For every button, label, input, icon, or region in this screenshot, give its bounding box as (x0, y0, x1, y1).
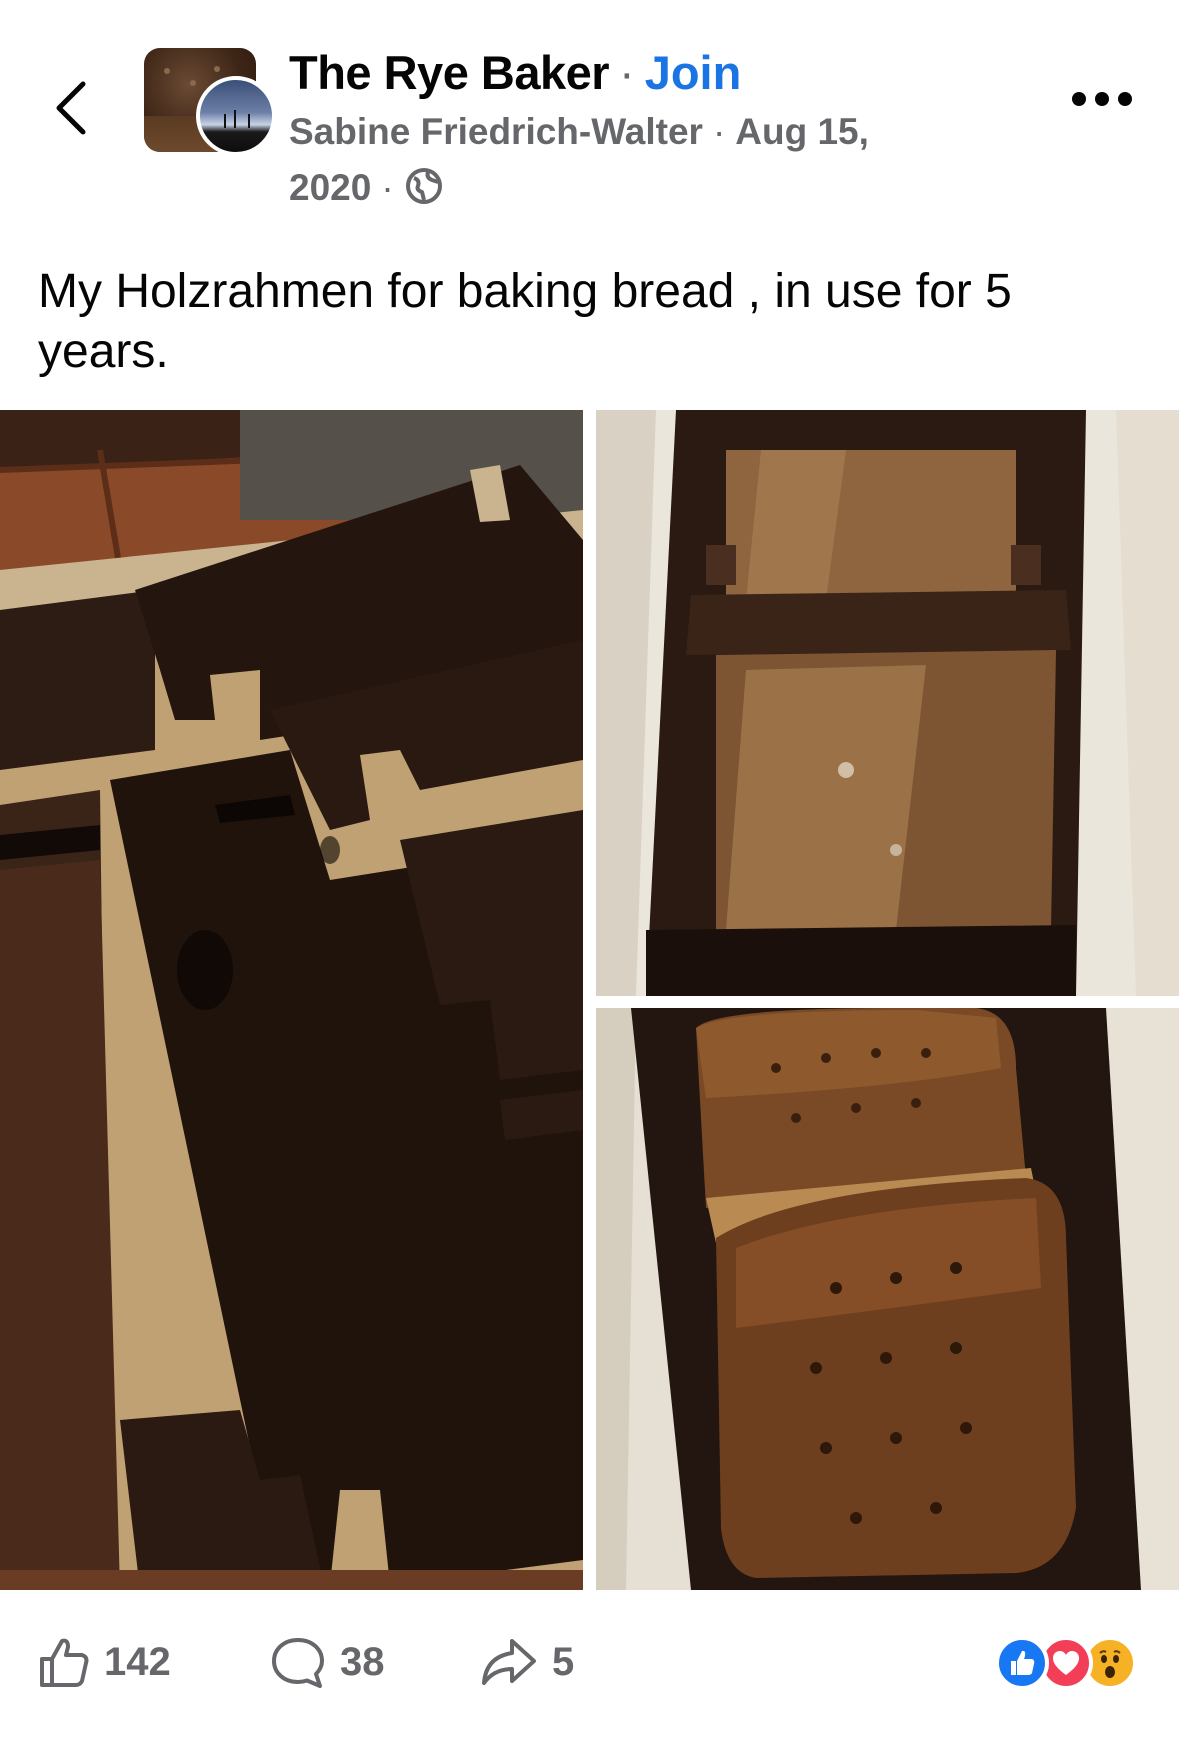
chevron-left-icon (56, 81, 86, 135)
like-count: 142 (104, 1639, 171, 1684)
join-button[interactable]: Join (645, 45, 742, 100)
user-avatar[interactable] (196, 76, 276, 156)
post-meta: Sabine Friedrich-Walter · Aug 15, 2020 · (289, 104, 989, 216)
meta-separator: · (712, 111, 726, 152)
wooden-frame-pieces-photo[interactable] (0, 410, 583, 1590)
share-count: 5 (552, 1639, 575, 1684)
like-button[interactable]: 142 (36, 1632, 171, 1692)
assembled-frame-photo[interactable] (596, 410, 1179, 996)
like-reaction-icon (995, 1636, 1049, 1690)
comment-button[interactable]: 38 (270, 1632, 385, 1692)
share-button[interactable]: 5 (480, 1632, 574, 1692)
more-options-button[interactable] (1072, 92, 1168, 122)
author-name-link[interactable]: Sabine Friedrich-Walter (289, 111, 703, 152)
back-button[interactable] (46, 72, 96, 144)
photo-grid (0, 410, 1179, 1590)
reaction-summary[interactable] (995, 1636, 1145, 1692)
meta-separator-2: · (381, 167, 394, 208)
thumbs-up-icon (40, 1638, 89, 1687)
post-caption: My Holzrahmen for baking bread , in use … (38, 265, 1012, 378)
title-line: The Rye Baker · Join (289, 44, 741, 100)
baked-loaf-photo[interactable] (596, 1008, 1179, 1590)
comment-icon (272, 1638, 324, 1688)
title-separator: · (619, 45, 635, 99)
post-header: The Rye Baker · Join Sabine Friedrich-Wa… (0, 0, 1179, 230)
more-horizontal-icon (1072, 92, 1086, 106)
share-icon (482, 1639, 536, 1685)
avatar-group[interactable] (144, 48, 276, 156)
globe-icon (405, 168, 442, 204)
comment-count: 38 (340, 1639, 385, 1684)
group-name-link[interactable]: The Rye Baker (289, 45, 610, 100)
post-footer: 142 38 5 (0, 1600, 1179, 1720)
